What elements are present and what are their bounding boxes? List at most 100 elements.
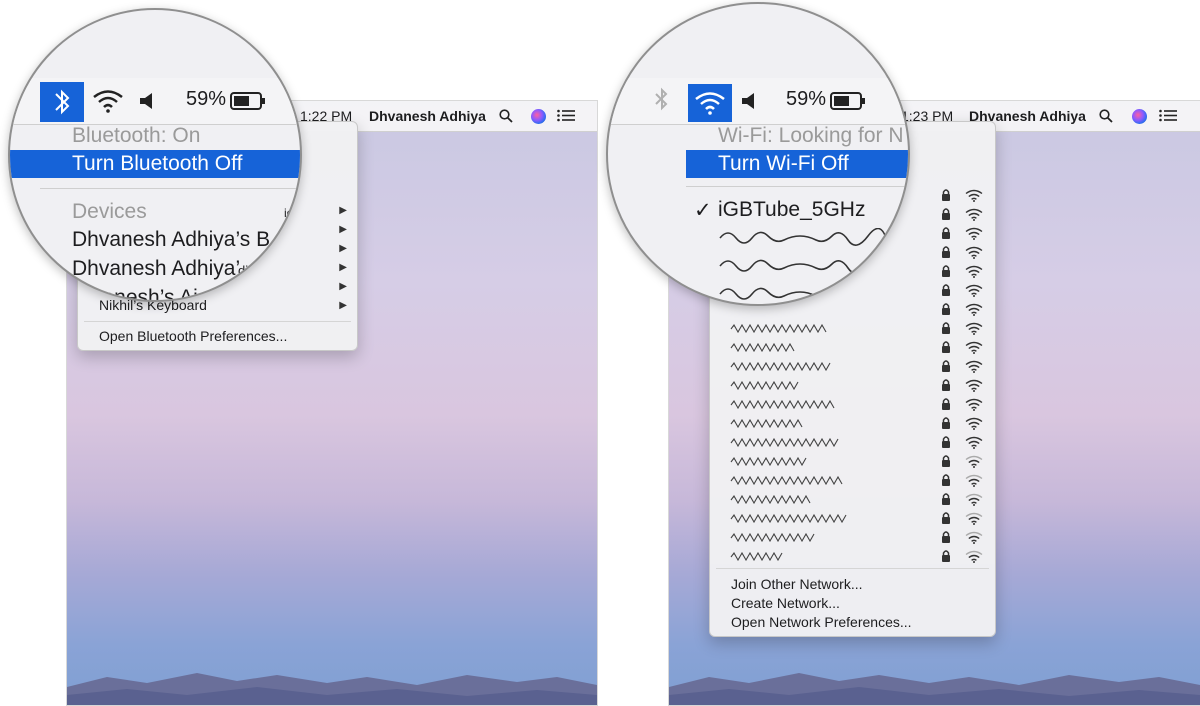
wifi-status: Wi-Fi: Looking for N — [718, 124, 904, 147]
volume-icon[interactable] — [740, 91, 758, 116]
menu-separator — [84, 321, 351, 322]
battery-icon[interactable] — [230, 92, 266, 115]
join-other-network[interactable]: Join Other Network... — [710, 575, 995, 594]
bluetooth-status: Bluetooth: On — [72, 124, 201, 147]
lock-icon — [942, 531, 950, 543]
wifi-signal-icon — [965, 341, 983, 354]
wifi-signal-icon — [965, 436, 983, 449]
obscured-network-name — [730, 513, 847, 524]
obscured-network-name — [730, 342, 795, 353]
wifi-signal-icon — [965, 417, 983, 430]
mountains-wallpaper — [669, 673, 1200, 705]
obscured-network-name — [730, 532, 815, 543]
network-row[interactable] — [710, 528, 995, 547]
wifi-signal-icon — [965, 360, 983, 373]
chevron-right-icon: ▶ — [339, 205, 347, 216]
menu-separator — [686, 186, 908, 187]
wifi-signal-icon — [965, 531, 983, 544]
device-airpods[interactable]: vanesh’s Ai — [92, 286, 198, 300]
turn-bluetooth-off[interactable]: Turn Bluetooth Off — [72, 152, 242, 176]
siri-icon[interactable] — [531, 109, 546, 124]
wifi-signal-icon — [965, 303, 983, 316]
network-row[interactable] — [710, 414, 995, 433]
lock-icon — [942, 474, 950, 486]
obscured-network-name — [730, 437, 839, 448]
volume-icon[interactable] — [138, 91, 156, 116]
magnifier-bluetooth: 59% Bluetooth: On Turn Bluetooth Off Dev… — [8, 8, 302, 302]
obscured-network-name — [730, 418, 803, 429]
notification-center-icon[interactable] — [557, 101, 575, 131]
lock-icon — [942, 493, 950, 505]
magnifier-wifi: 59% Wi-Fi: Looking for N Turn Wi-Fi Off … — [606, 2, 910, 306]
wifi-signal-icon — [965, 474, 983, 487]
device-dhvanesh-1[interactable]: Dhvanesh Adhiya’s B — [72, 228, 270, 252]
wifi-signal-icon — [965, 379, 983, 392]
wifi-signal-icon — [965, 227, 983, 240]
wifi-signal-icon — [965, 284, 983, 297]
lock-icon — [942, 360, 950, 372]
wifi-signal-icon — [965, 246, 983, 259]
wifi-signal-icon — [965, 512, 983, 525]
lock-icon — [942, 379, 950, 391]
checkmark-icon: ✓ — [694, 199, 712, 222]
notification-center-icon[interactable] — [1159, 101, 1177, 131]
wifi-signal-icon — [965, 208, 983, 221]
menu-separator — [716, 568, 989, 569]
network-row[interactable] — [710, 509, 995, 528]
wifi-icon[interactable] — [92, 89, 124, 118]
chevron-right-icon: ▶ — [339, 281, 347, 292]
battery-percentage: 59% — [186, 88, 227, 110]
turn-wifi-off[interactable]: Turn Wi-Fi Off — [718, 152, 849, 176]
network-row[interactable] — [710, 319, 995, 338]
obscured-network-name — [730, 494, 811, 505]
battery-icon[interactable] — [830, 92, 866, 115]
obscured-network-name — [730, 323, 827, 334]
menu-separator — [40, 188, 300, 189]
wifi-signal-icon — [965, 189, 983, 202]
search-icon[interactable] — [499, 101, 513, 131]
lock-icon — [942, 227, 950, 239]
obscured-network-name — [730, 361, 831, 372]
open-bluetooth-preferences[interactable]: Open Bluetooth Preferences... — [78, 327, 357, 346]
devices-heading: Devices — [72, 200, 147, 223]
bluetooth-icon[interactable] — [652, 86, 672, 119]
network-row[interactable] — [710, 376, 995, 395]
lock-icon — [942, 322, 950, 334]
obscured-network-name — [730, 380, 799, 391]
lock-icon — [942, 455, 950, 467]
network-row[interactable] — [710, 547, 995, 566]
wifi-icon[interactable] — [688, 84, 732, 122]
bluetooth-icon[interactable] — [40, 82, 84, 122]
open-network-preferences[interactable]: Open Network Preferences... — [710, 613, 995, 632]
network-row[interactable] — [710, 395, 995, 414]
lock-icon — [942, 398, 950, 410]
menubar-user[interactable]: Dhvanesh Adhiya — [369, 101, 486, 131]
create-network[interactable]: Create Network... — [710, 594, 995, 613]
wifi-signal-icon — [965, 322, 983, 335]
network-row[interactable] — [710, 452, 995, 471]
chevron-right-icon: ▶ — [339, 300, 347, 311]
network-row[interactable] — [710, 471, 995, 490]
lock-icon — [942, 189, 950, 201]
obscured-network-name — [730, 551, 783, 562]
device-dhvanesh-2[interactable]: Dhvanesh Adhiya’ — [72, 257, 240, 281]
wifi-signal-icon — [965, 265, 983, 278]
chevron-right-icon: ▶ — [339, 224, 347, 235]
lock-icon — [942, 512, 950, 524]
device-suffix: io³ — [284, 206, 298, 220]
siri-icon[interactable] — [1132, 109, 1147, 124]
connected-network[interactable]: iGBTube_5GHz — [718, 198, 865, 222]
chevron-right-icon: ▶ — [339, 262, 347, 273]
lock-icon — [942, 436, 950, 448]
obscured-network-name — [730, 475, 843, 486]
network-row[interactable] — [710, 433, 995, 452]
network-row[interactable] — [710, 490, 995, 509]
wifi-signal-icon — [965, 493, 983, 506]
search-icon[interactable] — [1099, 101, 1113, 131]
mountains-wallpaper — [67, 673, 597, 705]
network-row[interactable] — [710, 357, 995, 376]
wifi-signal-icon — [965, 550, 983, 563]
lock-icon — [942, 303, 950, 315]
lock-icon — [942, 341, 950, 353]
network-row[interactable] — [710, 338, 995, 357]
